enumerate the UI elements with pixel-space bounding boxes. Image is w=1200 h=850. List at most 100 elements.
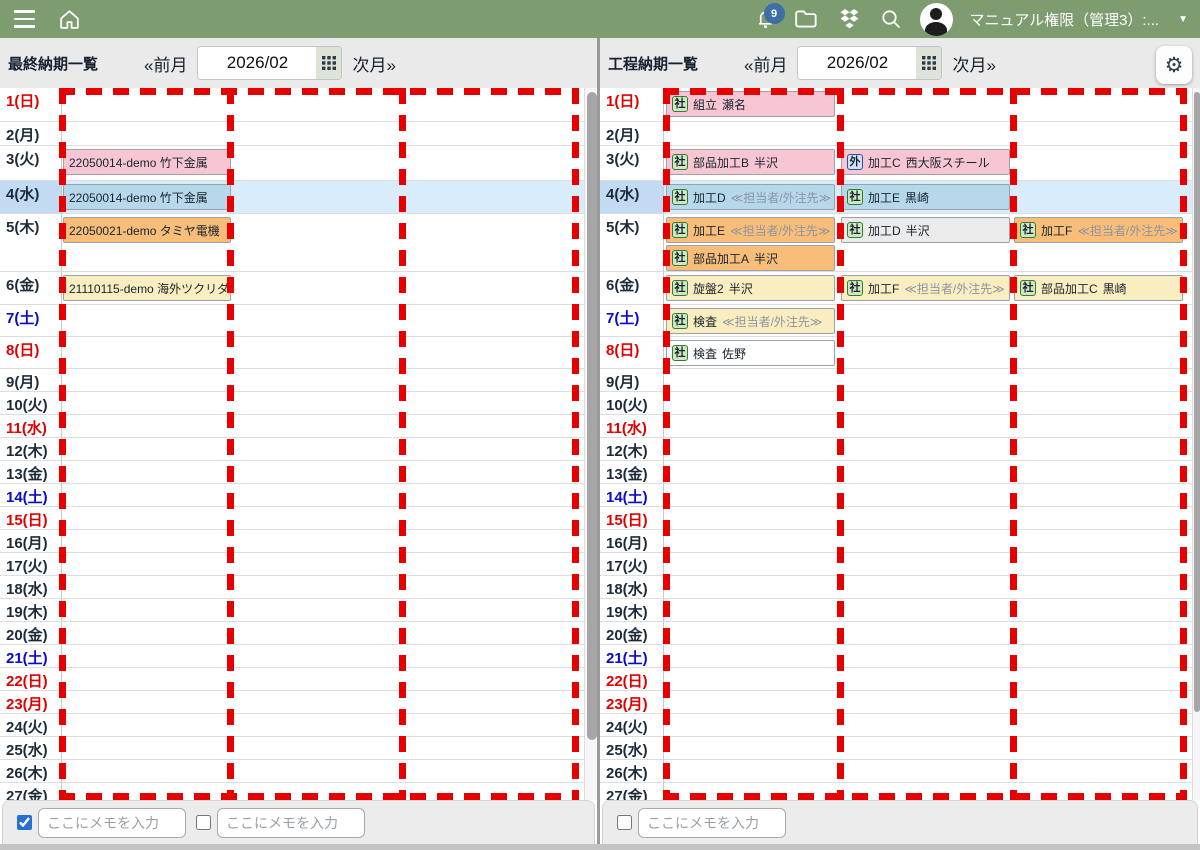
folder-icon[interactable] bbox=[794, 8, 820, 30]
calendar-row: 20(金) bbox=[0, 622, 597, 645]
day-row-body bbox=[62, 369, 597, 392]
delivery-event[interactable]: 22050014-demo 竹下金属 bbox=[63, 184, 231, 210]
page-title: 工程納期一覧 bbox=[608, 53, 698, 74]
prev-month-button[interactable]: «前月 bbox=[144, 51, 187, 76]
calendar-row: 10(火) bbox=[0, 392, 597, 415]
day-label: 25(水) bbox=[600, 737, 664, 760]
process-event[interactable]: 社加工E黒崎 bbox=[841, 184, 1010, 210]
user-menu-label[interactable]: マニュアル権限（管理3）:... bbox=[970, 9, 1160, 30]
dropbox-icon[interactable] bbox=[837, 7, 862, 31]
process-event[interactable]: 社旋盤2半沢 bbox=[666, 275, 835, 301]
calendar-row: 22(日) bbox=[0, 668, 597, 691]
day-label: 22(日) bbox=[0, 668, 62, 691]
calendar-row: 8(日)社検査佐野 bbox=[600, 337, 1200, 369]
event-title: 21110115-demo 海外ツクリダ bbox=[69, 280, 229, 297]
delivery-event[interactable]: 22050021-demo タミヤ電機 bbox=[63, 217, 231, 243]
day-row-body bbox=[62, 122, 597, 146]
memo-checkbox[interactable] bbox=[196, 815, 211, 830]
prev-month-button[interactable]: «前月 bbox=[744, 51, 787, 76]
day-row-body: 社組立瀬名 bbox=[664, 88, 1200, 122]
day-row-body bbox=[62, 530, 597, 553]
notifications-bell-icon[interactable]: 9 bbox=[754, 7, 777, 31]
day-row-body bbox=[664, 530, 1200, 553]
process-event[interactable]: 社部品加工A半沢 bbox=[666, 245, 835, 271]
process-event[interactable]: 社組立瀬名 bbox=[666, 91, 835, 117]
calendar-row: 13(金) bbox=[0, 461, 597, 484]
month-input[interactable] bbox=[798, 47, 916, 79]
process-event[interactable]: 社加工D≪担当者/外注先≫ bbox=[666, 184, 835, 210]
event-title: 加工E bbox=[868, 189, 900, 206]
calendar-row: 9(月) bbox=[0, 369, 597, 392]
process-event[interactable]: 社検査≪担当者/外注先≫ bbox=[666, 308, 835, 334]
company-badge: 社 bbox=[672, 154, 688, 170]
calendar-row: 26(木) bbox=[0, 760, 597, 783]
memo-footer bbox=[2, 800, 595, 844]
process-event[interactable]: 社部品加工B半沢 bbox=[666, 149, 835, 175]
vertical-scrollbar-thumb[interactable] bbox=[587, 92, 597, 740]
day-label: 20(金) bbox=[600, 622, 664, 645]
event-title: 部品加工C bbox=[1041, 280, 1098, 297]
search-icon[interactable] bbox=[879, 7, 903, 31]
memo-input[interactable] bbox=[217, 808, 365, 838]
process-event[interactable]: 外加工C西大阪スチール bbox=[841, 149, 1010, 175]
event-assignee: 半沢 bbox=[754, 250, 778, 267]
caret-down-icon[interactable]: ▼ bbox=[1178, 14, 1188, 25]
next-month-button[interactable]: 次月» bbox=[352, 51, 395, 76]
event-title: 加工C bbox=[868, 154, 901, 171]
process-event[interactable]: 社加工F≪担当者/外注先≫ bbox=[1014, 217, 1183, 243]
day-label: 23(月) bbox=[0, 691, 62, 714]
day-label: 3(火) bbox=[0, 146, 62, 181]
day-row-body bbox=[62, 415, 597, 438]
day-label: 11(水) bbox=[600, 415, 664, 438]
process-event[interactable]: 社加工F≪担当者/外注先≫ bbox=[841, 275, 1010, 301]
calendar-row: 14(土) bbox=[600, 484, 1200, 507]
horizontal-scrollbar-track[interactable] bbox=[0, 844, 1200, 850]
calendar-row: 5(木)22050021-demo タミヤ電機 bbox=[0, 214, 597, 272]
calendar-row: 2(月) bbox=[600, 122, 1200, 146]
process-event[interactable]: 社加工E≪担当者/外注先≫ bbox=[666, 217, 835, 243]
month-input[interactable] bbox=[198, 47, 316, 79]
memo-checkbox[interactable] bbox=[617, 815, 632, 830]
menu-icon[interactable] bbox=[12, 8, 37, 29]
company-badge: 社 bbox=[847, 222, 863, 238]
company-badge: 社 bbox=[672, 280, 688, 296]
avatar[interactable] bbox=[920, 3, 953, 36]
calendar-row: 1(日) bbox=[0, 88, 597, 122]
top-navigation-bar: 9 bbox=[0, 0, 1200, 38]
delivery-event[interactable]: 22050014-demo 竹下金属 bbox=[63, 149, 231, 175]
day-label: 12(木) bbox=[0, 438, 62, 461]
memo-input[interactable] bbox=[638, 808, 786, 838]
calendar-row: 15(日) bbox=[0, 507, 597, 530]
process-event[interactable]: 社部品加工C黒崎 bbox=[1014, 275, 1183, 301]
memo-checkbox[interactable] bbox=[17, 815, 32, 830]
day-row-body bbox=[62, 553, 597, 576]
day-label: 20(金) bbox=[0, 622, 62, 645]
process-event[interactable]: 社検査佐野 bbox=[666, 340, 835, 366]
settings-button[interactable]: ⚙ bbox=[1156, 46, 1192, 84]
day-label: 7(土) bbox=[600, 305, 664, 337]
vertical-scrollbar-track[interactable] bbox=[1192, 88, 1200, 800]
vertical-scrollbar-thumb[interactable] bbox=[1194, 92, 1200, 712]
day-row-body bbox=[664, 415, 1200, 438]
calendar-picker-button[interactable] bbox=[316, 47, 341, 79]
process-delivery-calendar: 1(日)社組立瀬名2(月)3(火)社部品加工B半沢外加工C西大阪スチール4(水)… bbox=[600, 88, 1200, 800]
day-label: 17(火) bbox=[0, 553, 62, 576]
calendar-row: 12(木) bbox=[0, 438, 597, 461]
day-label: 10(火) bbox=[0, 392, 62, 415]
event-title: 検査 bbox=[693, 345, 717, 362]
day-row-body: 社加工E≪担当者/外注先≫社加工D半沢社加工F≪担当者/外注先≫ 社部品加工A半沢 bbox=[664, 214, 1200, 272]
delivery-event[interactable]: 21110115-demo 海外ツクリダ bbox=[63, 275, 231, 301]
calendar-picker-button[interactable] bbox=[916, 47, 941, 79]
event-assignee: 黒崎 bbox=[905, 189, 929, 206]
vertical-scrollbar-track[interactable] bbox=[584, 88, 597, 800]
process-delivery-panel: 工程納期一覧 «前月 次月» ⚙ bbox=[600, 38, 1200, 850]
calendar-row: 21(土) bbox=[600, 645, 1200, 668]
day-label: 2(月) bbox=[600, 122, 664, 146]
day-row-body bbox=[664, 714, 1200, 737]
home-icon[interactable] bbox=[57, 7, 82, 32]
memo-input[interactable] bbox=[38, 808, 186, 838]
process-event[interactable]: 社加工D半沢 bbox=[841, 217, 1010, 243]
day-row-body bbox=[664, 783, 1200, 800]
next-month-button[interactable]: 次月» bbox=[952, 51, 995, 76]
day-row-body bbox=[62, 645, 597, 668]
